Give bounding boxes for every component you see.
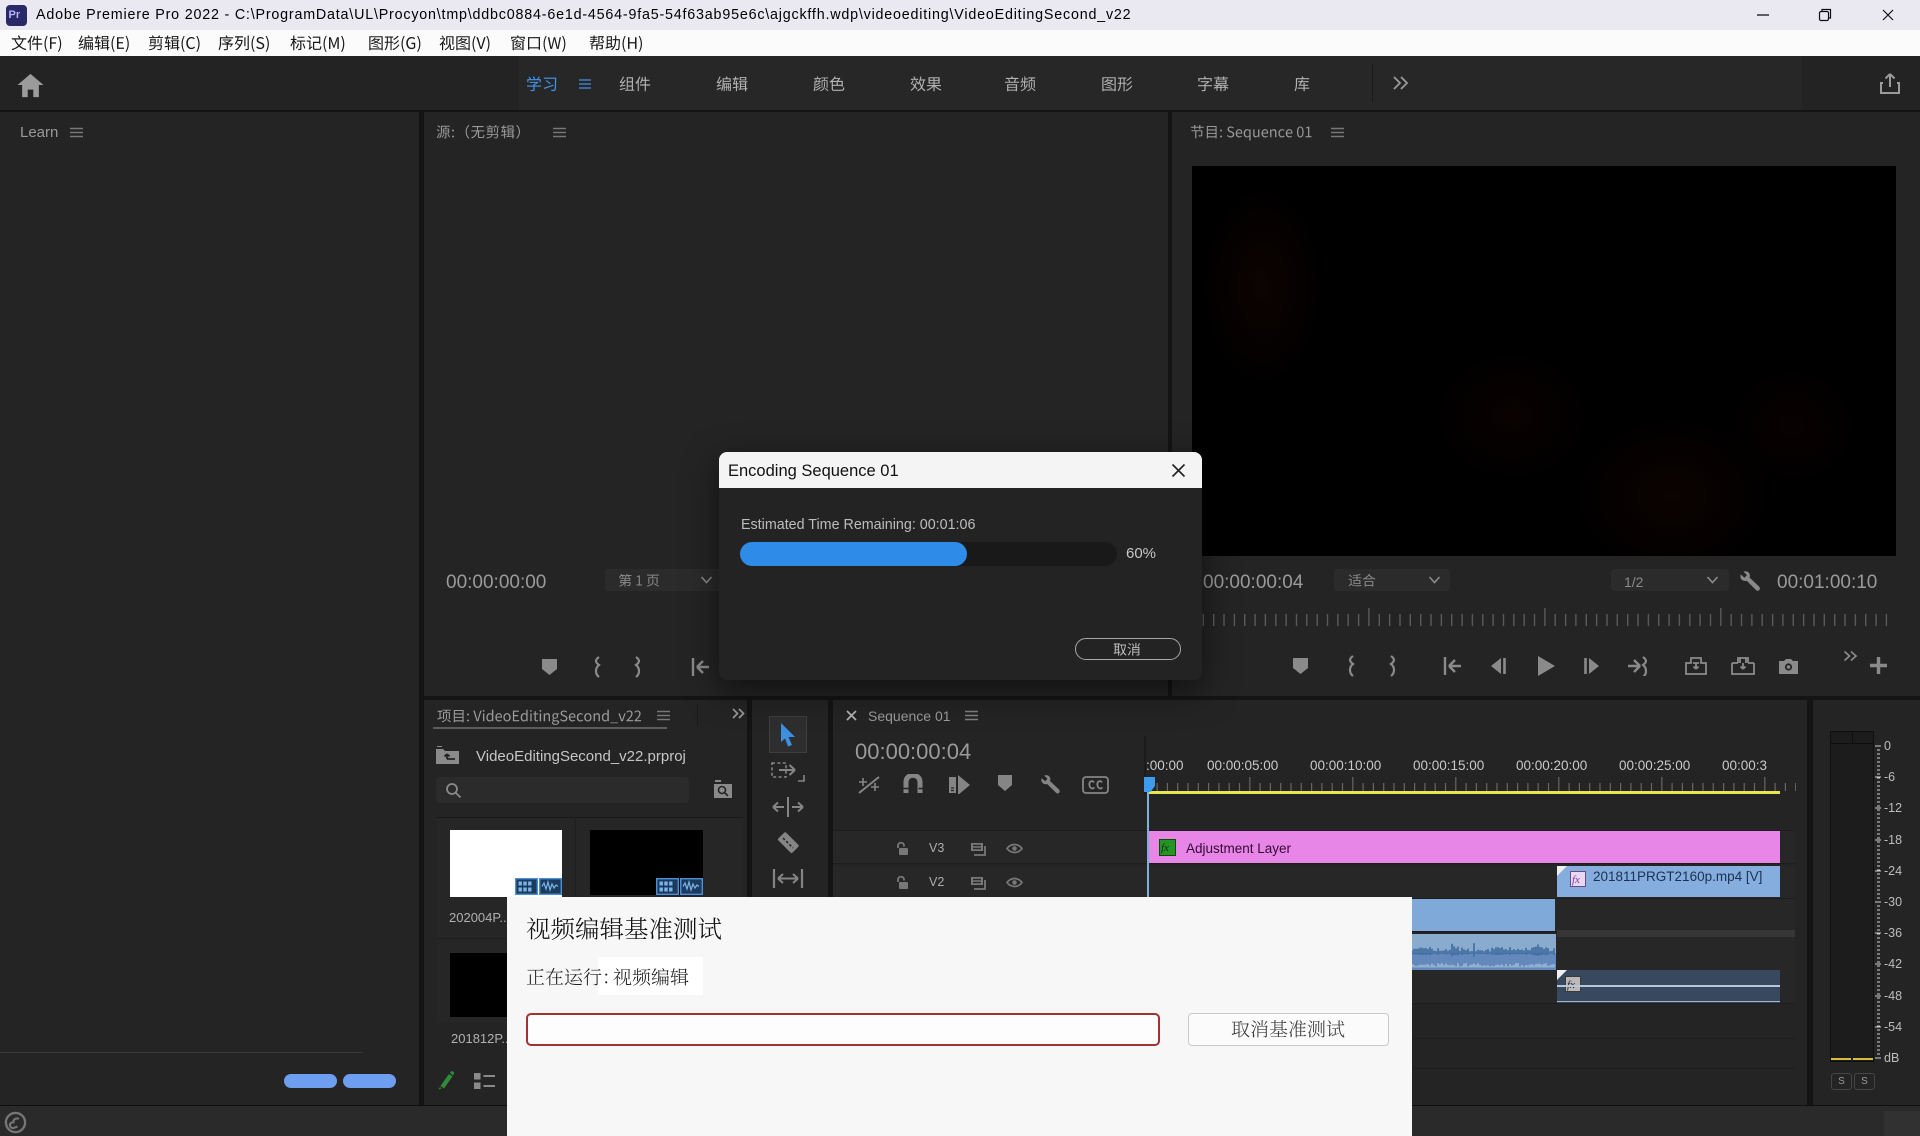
- svg-text:fx: fx: [1161, 842, 1169, 854]
- svg-text:fx: fx: [1572, 874, 1580, 886]
